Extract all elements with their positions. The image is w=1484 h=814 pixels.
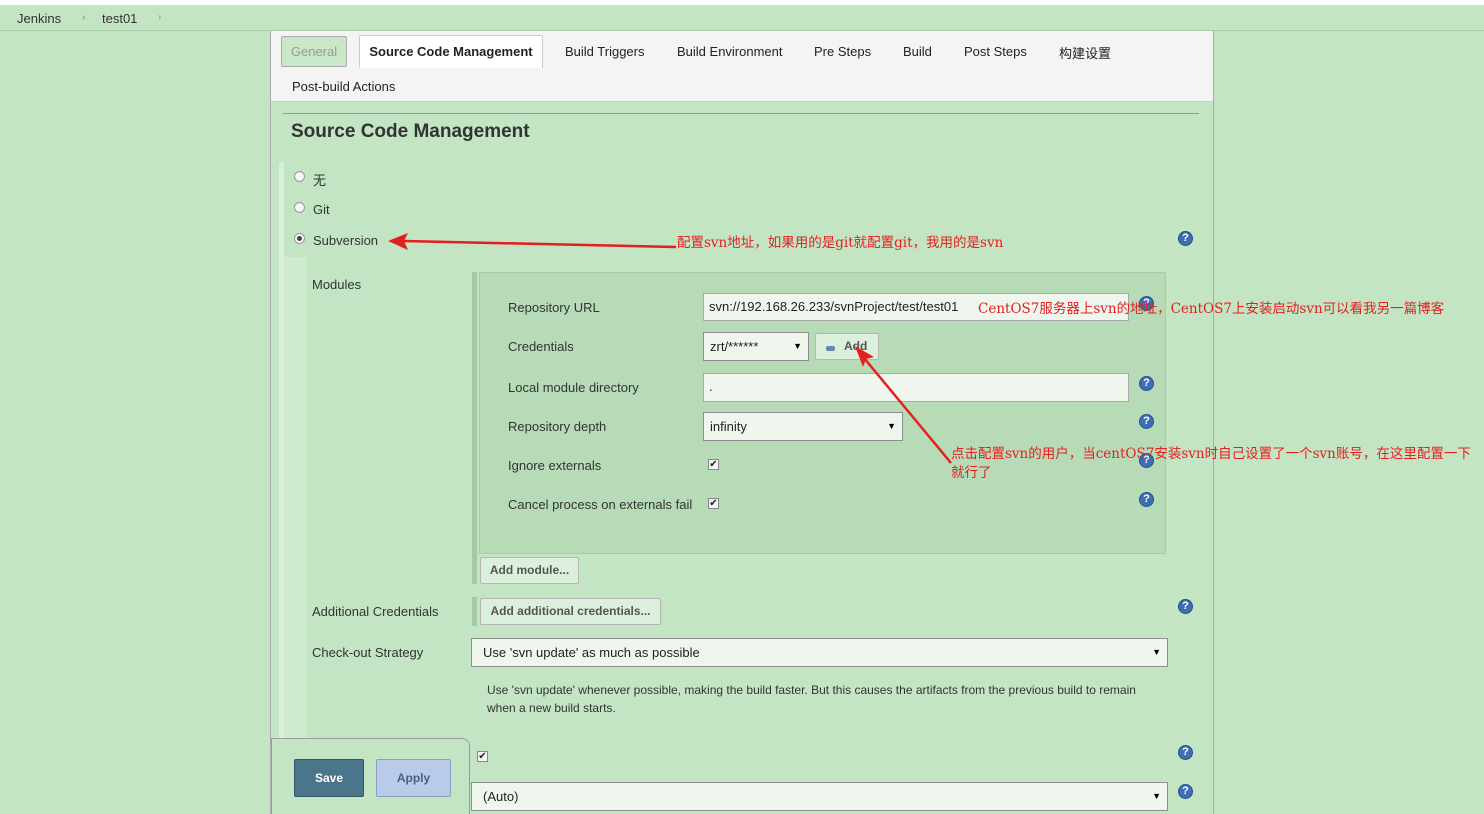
credentials-select-value: zrt/******: [710, 339, 759, 354]
repository-browser-value: (Auto): [483, 789, 519, 804]
tab-pre-steps[interactable]: Pre Steps: [814, 44, 871, 59]
add-additional-credentials-button[interactable]: Add additional credentials...: [480, 598, 661, 625]
section-title: Source Code Management: [291, 121, 530, 142]
radio-none[interactable]: [294, 171, 305, 182]
breadcrumb-separator-icon: ›: [158, 12, 162, 23]
repository-depth-value: infinity: [710, 419, 747, 434]
radio-git[interactable]: [294, 202, 305, 213]
repository-browser-select[interactable]: (Auto) ▼: [471, 782, 1168, 811]
help-icon[interactable]: ?: [1178, 745, 1193, 760]
help-icon[interactable]: ?: [1139, 376, 1154, 391]
add-credentials-button[interactable]: Add: [815, 333, 879, 360]
breadcrumb-separator-icon: ›: [82, 12, 86, 23]
subversion-indent-bar: [284, 257, 306, 742]
tab-post-build-actions[interactable]: Post-build Actions: [292, 79, 395, 94]
breadcrumb-job[interactable]: test01: [102, 11, 137, 26]
chevron-down-icon: ▼: [1152, 791, 1161, 801]
help-icon[interactable]: ?: [1178, 599, 1193, 614]
annotation-subversion: 配置svn地址，如果用的是git就配置git，我用的是svn: [677, 235, 1004, 251]
annotation-repository-url: CentOS7服务器上svn的地址，CentOS7上安装启动svn可以看我另一篇…: [978, 301, 1445, 317]
checkout-strategy-description: Use 'svn update' whenever possible, maki…: [487, 683, 1136, 715]
tab-build-settings[interactable]: 构建设置: [1059, 43, 1111, 62]
help-icon[interactable]: ?: [1139, 414, 1154, 429]
repository-depth-select[interactable]: infinity ▼: [703, 412, 903, 441]
help-icon[interactable]: ?: [1178, 784, 1193, 799]
tab-general[interactable]: General: [281, 36, 347, 67]
ignore-externals-label: Ignore externals: [508, 458, 602, 473]
add-module-button[interactable]: Add module...: [480, 557, 579, 584]
breadcrumb: Jenkins › test01 ›: [0, 5, 1484, 31]
local-module-directory-label: Local module directory: [508, 380, 639, 395]
cancel-process-checkbox[interactable]: ✔: [708, 498, 719, 509]
ignore-externals-checkbox[interactable]: ✔: [708, 459, 719, 470]
chevron-down-icon: ▼: [887, 421, 896, 431]
repository-url-label: Repository URL: [508, 300, 600, 315]
save-button[interactable]: Save: [294, 759, 364, 797]
tab-post-steps[interactable]: Post Steps: [964, 44, 1027, 59]
tab-build[interactable]: Build: [903, 44, 932, 59]
additional-credentials-indent-bar: [472, 597, 477, 626]
help-icon[interactable]: ?: [1178, 231, 1193, 246]
config-tab-bar: General Source Code Management Build Tri…: [271, 31, 1213, 102]
additional-credentials-label: Additional Credentials: [312, 604, 439, 619]
modules-indent-bar: [472, 272, 477, 584]
radio-subversion[interactable]: [294, 233, 305, 244]
section-divider: [283, 113, 1199, 114]
annotation-credentials: 点击配置svn的用户，当centOS7安装svn时自己设置了一个svn账号，在这…: [951, 446, 1471, 481]
chevron-down-icon: ▼: [793, 341, 802, 351]
tab-source-code-management[interactable]: Source Code Management: [359, 35, 543, 68]
bottom-checkbox[interactable]: ✔: [477, 751, 488, 762]
radio-none-label: 无: [313, 173, 327, 188]
tab-build-triggers[interactable]: Build Triggers: [565, 44, 644, 59]
radio-subversion-label: Subversion: [313, 233, 379, 248]
local-module-directory-input[interactable]: .: [703, 373, 1129, 402]
radio-git-label: Git: [313, 202, 330, 217]
credentials-label: Credentials: [508, 339, 574, 354]
cancel-process-label: Cancel process on externals fail: [508, 497, 693, 512]
chevron-down-icon: ▼: [1152, 647, 1161, 657]
checkout-strategy-label: Check-out Strategy: [312, 645, 424, 660]
tab-build-environment[interactable]: Build Environment: [677, 44, 783, 59]
checkout-strategy-select[interactable]: Use 'svn update' as much as possible ▼: [471, 638, 1168, 667]
repository-depth-label: Repository depth: [508, 419, 607, 434]
breadcrumb-jenkins[interactable]: Jenkins: [17, 11, 61, 26]
apply-button[interactable]: Apply: [376, 759, 451, 797]
checkout-strategy-value: Use 'svn update' as much as possible: [483, 645, 700, 660]
key-icon: [826, 346, 835, 351]
modules-label: Modules: [312, 277, 362, 292]
add-credentials-label: Add: [844, 339, 868, 353]
help-icon[interactable]: ?: [1139, 492, 1154, 507]
credentials-select[interactable]: zrt/****** ▼: [703, 332, 809, 361]
